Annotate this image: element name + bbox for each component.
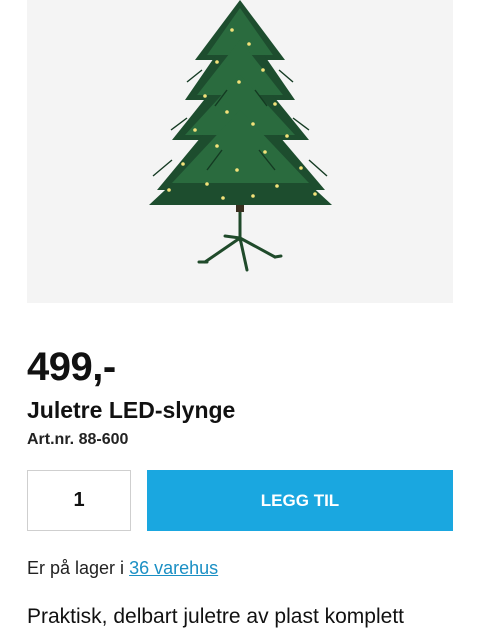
- article-number: Art.nr. 88-600: [27, 431, 129, 448]
- christmas-tree-image: [27, 0, 453, 303]
- stores-link[interactable]: 36 varehus: [129, 558, 218, 578]
- quantity-input[interactable]: [37, 488, 121, 513]
- product-title: Juletre LED-slynge: [27, 397, 236, 423]
- quantity-field[interactable]: [27, 470, 131, 531]
- product-price: 499,-: [27, 345, 116, 389]
- stock-info: Er på lager i 36 varehus: [27, 556, 218, 580]
- stock-prefix: Er på lager i: [27, 558, 125, 578]
- add-to-cart-button[interactable]: LEGG TIL: [147, 470, 453, 531]
- product-description: Praktisk, delbart juletre av plast kompl…: [27, 605, 404, 628]
- product-image[interactable]: [27, 0, 453, 303]
